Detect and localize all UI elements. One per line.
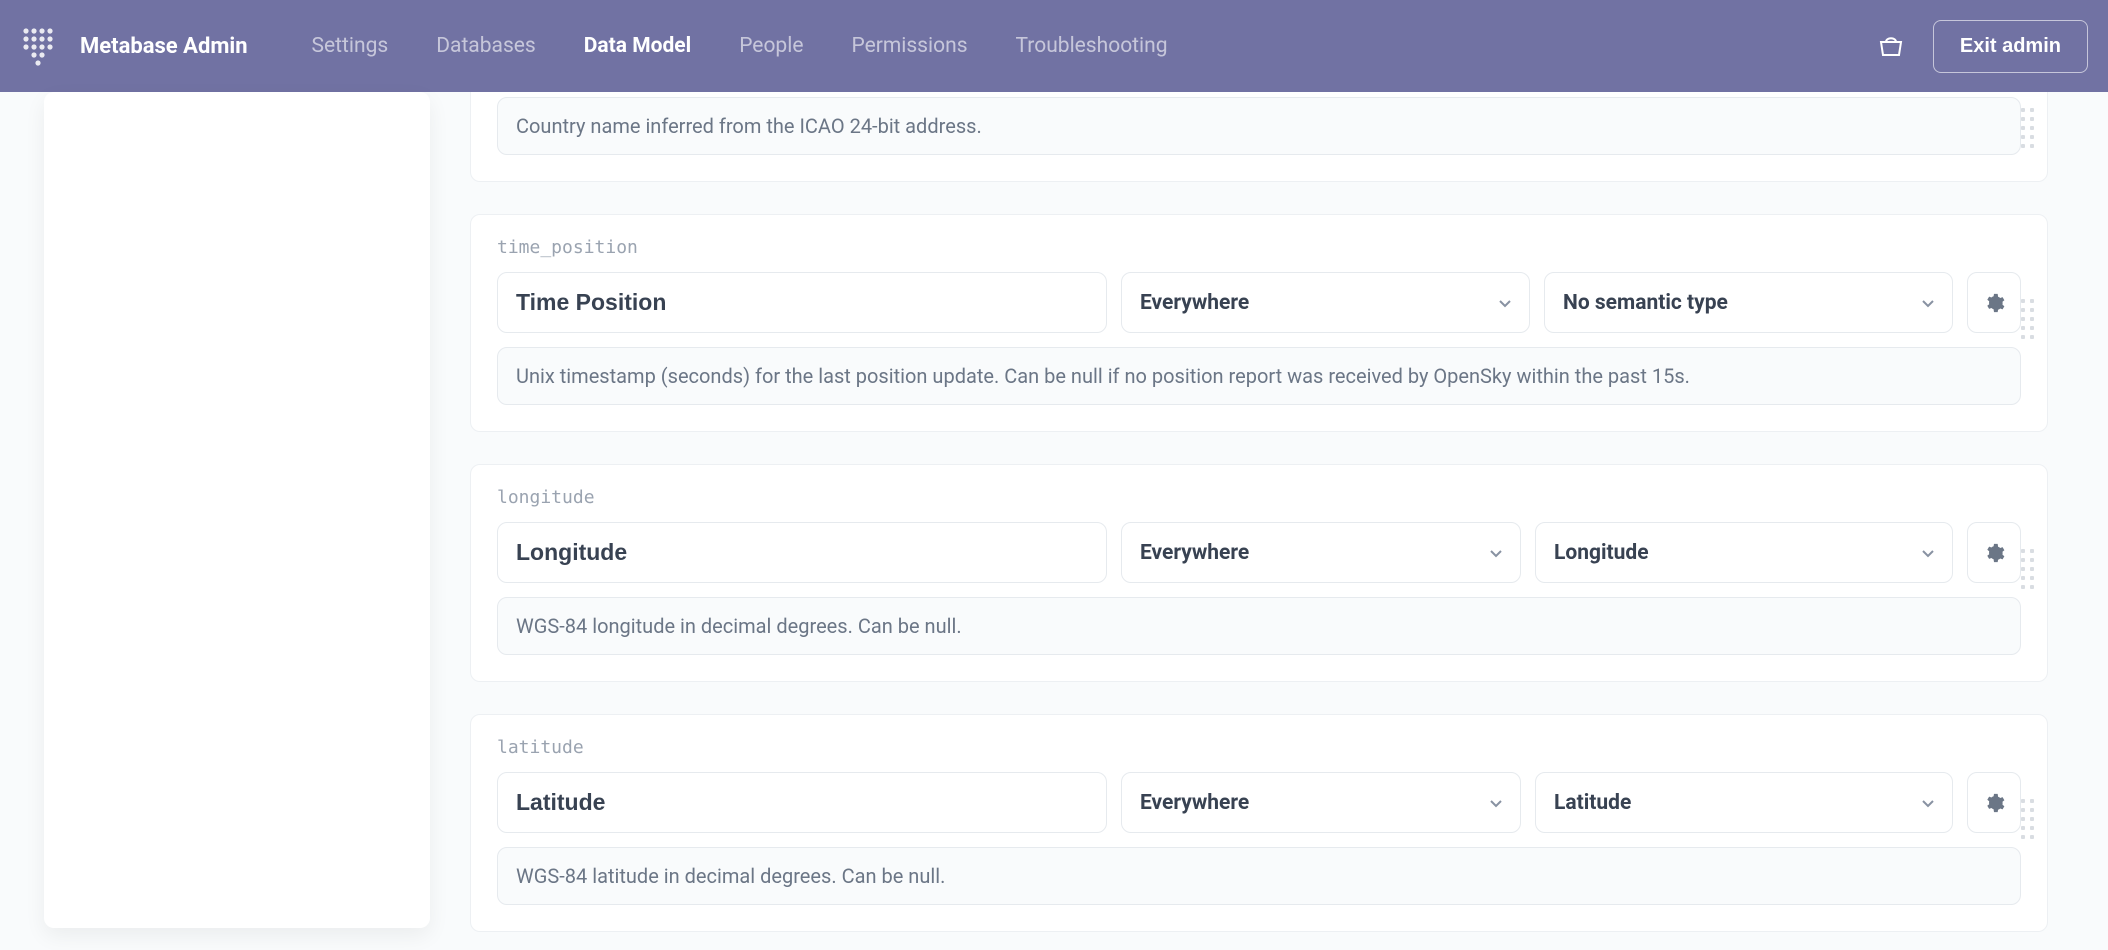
nav-troubleshooting[interactable]: Troubleshooting xyxy=(992,0,1192,92)
semantic-type-select[interactable]: No semantic type xyxy=(1544,272,1953,333)
gear-icon xyxy=(1983,292,2005,314)
semantic-type-select[interactable]: Longitude xyxy=(1535,522,1953,583)
chevron-down-icon xyxy=(1497,295,1513,311)
chevron-down-icon xyxy=(1488,545,1504,561)
field-description[interactable]: WGS-84 latitude in decimal degrees. Can … xyxy=(497,847,2021,905)
field-card: latitude Everywhere Latitude xyxy=(470,714,2048,932)
sidebar-panel xyxy=(44,92,430,928)
visibility-select[interactable]: Everywhere xyxy=(1121,522,1521,583)
field-description[interactable]: Unix timestamp (seconds) for the last po… xyxy=(497,347,2021,405)
admin-topbar: Metabase Admin Settings Databases Data M… xyxy=(0,0,2108,92)
fields-list: Country name inferred from the ICAO 24-b… xyxy=(430,92,2108,950)
column-name: time_position xyxy=(497,237,2021,258)
column-name: longitude xyxy=(497,487,2021,508)
chevron-down-icon xyxy=(1920,295,1936,311)
brand-title: Metabase Admin xyxy=(80,34,248,59)
field-display-name-input[interactable] xyxy=(497,522,1107,583)
admin-nav: Settings Databases Data Model People Per… xyxy=(288,0,1192,92)
gear-icon xyxy=(1983,792,2005,814)
field-card: time_position Everywhere No semantic typ… xyxy=(470,214,2048,432)
nav-settings[interactable]: Settings xyxy=(288,0,413,92)
drag-handle-icon[interactable] xyxy=(2021,799,2039,847)
visibility-value: Everywhere xyxy=(1140,291,1249,315)
nav-permissions[interactable]: Permissions xyxy=(827,0,991,92)
visibility-value: Everywhere xyxy=(1140,541,1249,565)
field-description[interactable]: Country name inferred from the ICAO 24-b… xyxy=(497,97,2021,155)
drag-handle-icon[interactable] xyxy=(2021,549,2039,597)
column-name: latitude xyxy=(497,737,2021,758)
field-card: longitude Everywhere Longitude xyxy=(470,464,2048,682)
chevron-down-icon xyxy=(1920,545,1936,561)
semantic-type-value: No semantic type xyxy=(1563,291,1728,315)
store-icon[interactable] xyxy=(1877,32,1905,60)
drag-handle-icon[interactable] xyxy=(2021,108,2039,156)
visibility-select[interactable]: Everywhere xyxy=(1121,272,1530,333)
nav-people[interactable]: People xyxy=(715,0,827,92)
field-description[interactable]: WGS-84 longitude in decimal degrees. Can… xyxy=(497,597,2021,655)
field-settings-button[interactable] xyxy=(1967,772,2021,833)
chevron-down-icon xyxy=(1488,795,1504,811)
chevron-down-icon xyxy=(1920,795,1936,811)
field-card: Country name inferred from the ICAO 24-b… xyxy=(470,92,2048,182)
semantic-type-select[interactable]: Latitude xyxy=(1535,772,1953,833)
semantic-type-value: Longitude xyxy=(1554,541,1649,565)
nav-databases[interactable]: Databases xyxy=(412,0,560,92)
field-settings-button[interactable] xyxy=(1967,522,2021,583)
semantic-type-value: Latitude xyxy=(1554,791,1631,815)
nav-data-model[interactable]: Data Model xyxy=(560,0,715,92)
field-display-name-input[interactable] xyxy=(497,772,1107,833)
sidebar xyxy=(0,92,430,950)
visibility-value: Everywhere xyxy=(1140,791,1249,815)
drag-handle-icon[interactable] xyxy=(2021,299,2039,347)
metabase-logo-icon xyxy=(20,25,58,67)
field-display-name-input[interactable] xyxy=(497,272,1107,333)
gear-icon xyxy=(1983,542,2005,564)
field-settings-button[interactable] xyxy=(1967,272,2021,333)
exit-admin-button[interactable]: Exit admin xyxy=(1933,20,2088,73)
visibility-select[interactable]: Everywhere xyxy=(1121,772,1521,833)
